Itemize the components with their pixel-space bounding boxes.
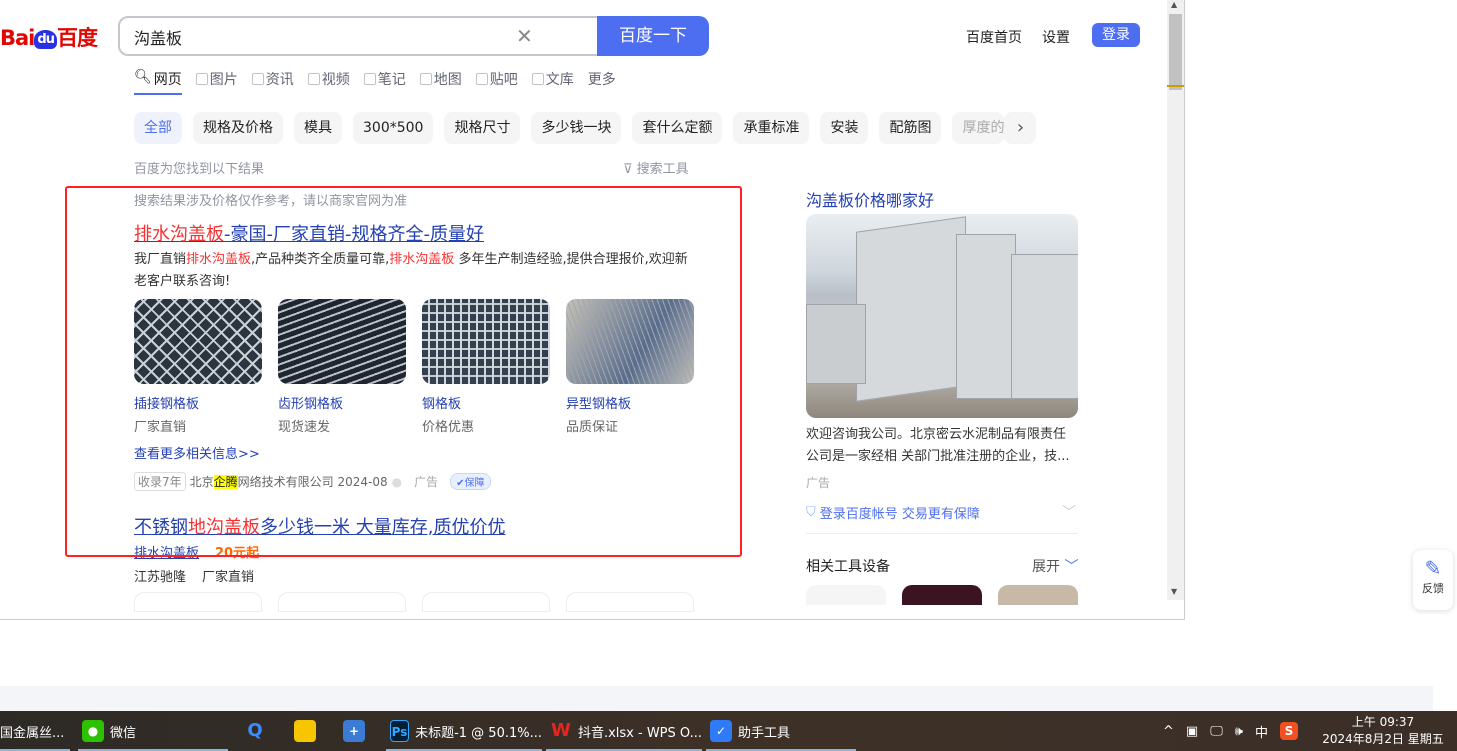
related-title: 相关工具设备: [806, 559, 890, 575]
expand-label: 展开: [1032, 559, 1060, 575]
sidebar-image[interactable]: [806, 214, 1078, 418]
tab-video[interactable]: 视频: [307, 69, 350, 89]
filter-chips: 全部 规格及价格 模具 300*500 规格尺寸 多少钱一块 套什么定额 承重标…: [134, 112, 1037, 144]
result-sub: 江苏驰隆: [134, 570, 187, 585]
tray-app-icon[interactable]: ▣: [1186, 724, 1198, 739]
taskbar-item-helper[interactable]: ✓ 助手工具: [706, 711, 856, 751]
taskbar-item-wechat[interactable]: ● 微信: [78, 711, 228, 751]
taskbar-app[interactable]: Q: [244, 711, 266, 751]
chip[interactable]: 承重标准: [733, 112, 810, 144]
filter-icon: ⊽: [623, 162, 637, 177]
tab-label: 贴吧: [489, 72, 518, 88]
chip[interactable]: 多少钱一块: [531, 112, 622, 144]
tab-label: 网页: [153, 72, 182, 88]
taskbar-item[interactable]: 国金属丝...: [0, 711, 70, 751]
sticky-notes-icon: [294, 720, 316, 742]
app-icon: +: [343, 720, 365, 742]
chevron-down-icon: ﹀: [1060, 559, 1079, 575]
tab-tieba[interactable]: 贴吧: [475, 69, 518, 89]
sidebar-title[interactable]: 沟盖板价格哪家好: [806, 187, 934, 211]
wps-icon: W: [551, 720, 571, 741]
clear-icon[interactable]: ✕: [516, 24, 533, 48]
feedback-label: 反馈: [1422, 582, 1444, 595]
chip[interactable]: 规格尺寸: [444, 112, 521, 144]
map-icon: [419, 73, 432, 85]
sidebar-description: 欢迎咨询我公司。北京密云水泥制品有限责任公司是一家经相 关部门批准注册的企业，技…: [806, 427, 1070, 464]
tab-map[interactable]: 地图: [419, 69, 462, 89]
taskbar-item-photoshop[interactable]: Ps 未标题-1 @ 50.1%...: [386, 711, 542, 751]
tab-label: 图片: [209, 72, 238, 88]
chevron-down-icon[interactable]: ﹀: [1062, 502, 1076, 522]
chevron-up-icon[interactable]: ^: [1163, 724, 1174, 739]
photoshop-icon: Ps: [390, 720, 410, 742]
baidu-home-link[interactable]: 百度首页: [966, 27, 1022, 47]
search-tabs: 🔍︎ 网页 图片 资讯 视频 笔记 地图 贴吧 文库 更多: [134, 69, 616, 95]
helper-icon: ✓: [710, 720, 732, 742]
tab-label: 文库: [545, 72, 574, 88]
chip[interactable]: 厚度的: [952, 112, 1005, 144]
login-button[interactable]: 登录: [1092, 23, 1140, 47]
tab-images[interactable]: 图片: [195, 69, 238, 89]
taskbar-app[interactable]: +: [343, 711, 365, 751]
search-tools-label: 搜索工具: [636, 162, 689, 177]
chevron-right-icon[interactable]: ›: [1004, 112, 1037, 144]
settings-link[interactable]: 设置: [1042, 27, 1070, 47]
ime-indicator[interactable]: 中: [1255, 722, 1268, 741]
feedback-button[interactable]: ✎ 反馈: [1413, 550, 1453, 610]
edit-icon: ✎: [1424, 556, 1442, 580]
tab-label: 资讯: [265, 72, 294, 88]
search-icon: 🔍︎: [134, 69, 152, 85]
results-hint: 百度为您找到以下结果: [134, 162, 265, 177]
search-box: ✕: [118, 16, 598, 56]
baidu-logo[interactable]: Bai du 百度: [0, 22, 98, 52]
chip[interactable]: 套什么定额: [632, 112, 723, 144]
taskbar-item-wps[interactable]: W 抖音.xlsx - WPS O...: [546, 711, 702, 751]
search-button[interactable]: 百度一下: [597, 16, 709, 56]
chip[interactable]: 配筋图: [879, 112, 942, 144]
chip[interactable]: 安装: [820, 112, 869, 144]
doc-icon: [531, 73, 544, 85]
chip[interactable]: 模具: [294, 112, 342, 144]
volume-icon[interactable]: 🕪: [1235, 724, 1243, 739]
tab-news[interactable]: 资讯: [251, 69, 294, 89]
browser-icon: Q: [247, 720, 263, 741]
scrollbar-thumb[interactable]: [1169, 14, 1182, 90]
tab-more[interactable]: 更多: [588, 69, 616, 89]
image-icon: [195, 73, 208, 85]
scrollbar[interactable]: [1167, 0, 1184, 600]
video-icon: [307, 73, 320, 85]
login-tip-label: 登录百度帐号 交易更有保障: [819, 507, 980, 522]
network-icon[interactable]: 🖵: [1210, 724, 1223, 739]
ad-label: 广告: [806, 476, 831, 490]
chip[interactable]: 300*500: [353, 112, 434, 144]
sogou-icon[interactable]: S: [1279, 722, 1298, 740]
expand-button[interactable]: 展开 ﹀: [1032, 556, 1078, 576]
highlight-box: [65, 186, 742, 557]
news-icon: [251, 73, 264, 85]
tab-label: 地图: [433, 72, 462, 88]
system-tray[interactable]: ^ ▣ 🖵 🕪 中 S: [1163, 711, 1298, 751]
result-sub: 厂家直销: [202, 570, 255, 585]
taskbar: 国金属丝... ● 微信 Q + Ps 未标题-1 @ 50.1%... W 抖音.x…: [0, 711, 1457, 751]
chip[interactable]: 规格及价格: [193, 112, 283, 144]
search-tools-button[interactable]: ⊽ 搜索工具: [623, 158, 689, 177]
browser-page: Baidu百度 ✕ 百度一下 百度首页 设置 登录 🔍︎网页 图片 资讯 视频 …: [0, 0, 1185, 620]
tab-label: 更多: [587, 72, 616, 88]
scroll-up-icon[interactable]: ▲: [1171, 0, 1177, 9]
clock[interactable]: 上午 09:37 2024年8月2日 星期五: [1318, 714, 1448, 748]
tab-label: 视频: [321, 72, 350, 88]
tieba-icon: [475, 73, 488, 85]
login-tip[interactable]: ⛉ 登录百度帐号 交易更有保障: [806, 503, 980, 522]
chip[interactable]: 全部: [134, 112, 182, 144]
wechat-icon: ●: [82, 720, 104, 742]
tab-notes[interactable]: 笔记: [363, 69, 406, 89]
tab-label: 笔记: [377, 72, 406, 88]
taskbar-app[interactable]: [294, 711, 316, 751]
search-input[interactable]: [134, 27, 514, 46]
tab-wenku[interactable]: 文库: [531, 69, 574, 89]
note-icon: [363, 73, 376, 85]
tab-web[interactable]: 🔍︎ 网页: [134, 69, 182, 95]
scroll-down-icon[interactable]: ▼: [1171, 587, 1177, 596]
shield-paw-icon: ⛉: [806, 505, 816, 520]
